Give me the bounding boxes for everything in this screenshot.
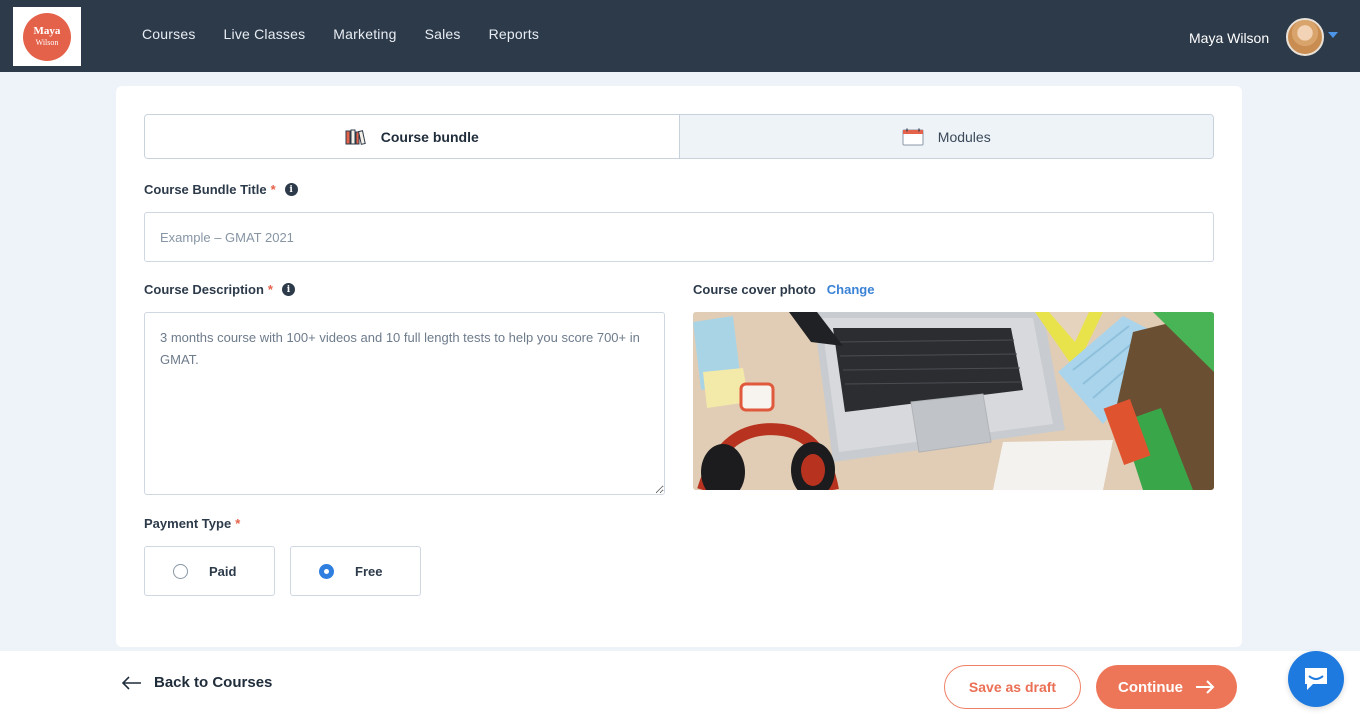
nav-item-live-classes[interactable]: Live Classes	[224, 26, 306, 42]
main-nav: Courses Live Classes Marketing Sales Rep…	[142, 0, 567, 72]
chevron-down-icon[interactable]	[1328, 32, 1338, 38]
tab-modules-label: Modules	[937, 128, 991, 145]
required-mark: *	[267, 282, 273, 297]
top-navbar: Maya Wilson Courses Live Classes Marketi…	[0, 0, 1360, 72]
user-avatar[interactable]	[1286, 18, 1324, 56]
brand-logo[interactable]: Maya Wilson	[13, 7, 81, 66]
course-cover-photo	[693, 312, 1214, 490]
payment-option-paid[interactable]: Paid	[144, 546, 275, 596]
cover-photo-label-text: Course cover photo	[693, 282, 816, 297]
user-name[interactable]: Maya Wilson	[1189, 30, 1269, 46]
change-cover-link[interactable]: Change	[827, 282, 875, 297]
payment-type-label: Payment Type *	[144, 516, 240, 531]
info-icon[interactable]: i	[281, 283, 295, 296]
payment-option-free-label: Free	[355, 563, 383, 579]
radio-checked-icon[interactable]	[319, 563, 334, 579]
arrow-right-icon	[1196, 680, 1215, 694]
cover-photo-label: Course cover photo Change	[693, 282, 874, 297]
arrow-left-icon	[122, 675, 141, 690]
radio-unchecked-icon[interactable]	[173, 563, 188, 579]
payment-type-label-text: Payment Type	[144, 516, 232, 531]
continue-label: Continue	[1118, 678, 1183, 696]
form-tabs: Course bundle Modules	[144, 114, 1214, 159]
cover-photo-illustration	[693, 312, 1214, 490]
required-mark: *	[270, 182, 276, 197]
description-field-label: Course Description * i	[144, 282, 295, 297]
brand-logo-line1: Maya	[33, 25, 61, 37]
course-description-textarea[interactable]: 3 months course with 100+ videos and 10 …	[144, 312, 665, 495]
chat-bubble-icon	[1305, 668, 1327, 690]
continue-button[interactable]: Continue	[1096, 665, 1237, 709]
brand-logo-line2: Wilson	[35, 38, 59, 47]
required-mark: *	[235, 516, 241, 531]
brand-logo-badge: Maya Wilson	[23, 12, 71, 61]
tab-modules[interactable]: Modules	[678, 115, 1213, 158]
nav-item-sales[interactable]: Sales	[425, 26, 461, 42]
description-field-label-text: Course Description	[144, 282, 264, 297]
info-icon[interactable]: i	[284, 183, 298, 196]
tab-course-bundle[interactable]: Course bundle	[145, 115, 679, 158]
course-bundle-form-card: Course bundle Modules Course Bundle Titl…	[116, 86, 1242, 647]
nav-item-reports[interactable]: Reports	[489, 26, 539, 42]
payment-option-paid-label: Paid	[209, 563, 237, 579]
chat-support-button[interactable]	[1288, 651, 1344, 707]
back-to-courses-link[interactable]: Back to Courses	[122, 674, 272, 691]
calendar-icon	[902, 128, 924, 145]
course-bundle-title-input[interactable]	[144, 212, 1214, 262]
books-icon	[345, 129, 366, 145]
nav-item-marketing[interactable]: Marketing	[333, 26, 396, 42]
tab-course-bundle-label: Course bundle	[380, 128, 479, 145]
form-footer: Back to Courses Save as draft Continue	[0, 651, 1360, 723]
back-to-courses-label: Back to Courses	[154, 674, 273, 691]
title-field-label: Course Bundle Title * i	[144, 182, 298, 197]
payment-option-free[interactable]: Free	[290, 546, 421, 596]
save-as-draft-label: Save as draft	[968, 679, 1057, 695]
title-field-label-text: Course Bundle Title	[144, 182, 267, 197]
save-as-draft-button[interactable]: Save as draft	[944, 665, 1081, 709]
nav-item-courses[interactable]: Courses	[142, 26, 196, 42]
